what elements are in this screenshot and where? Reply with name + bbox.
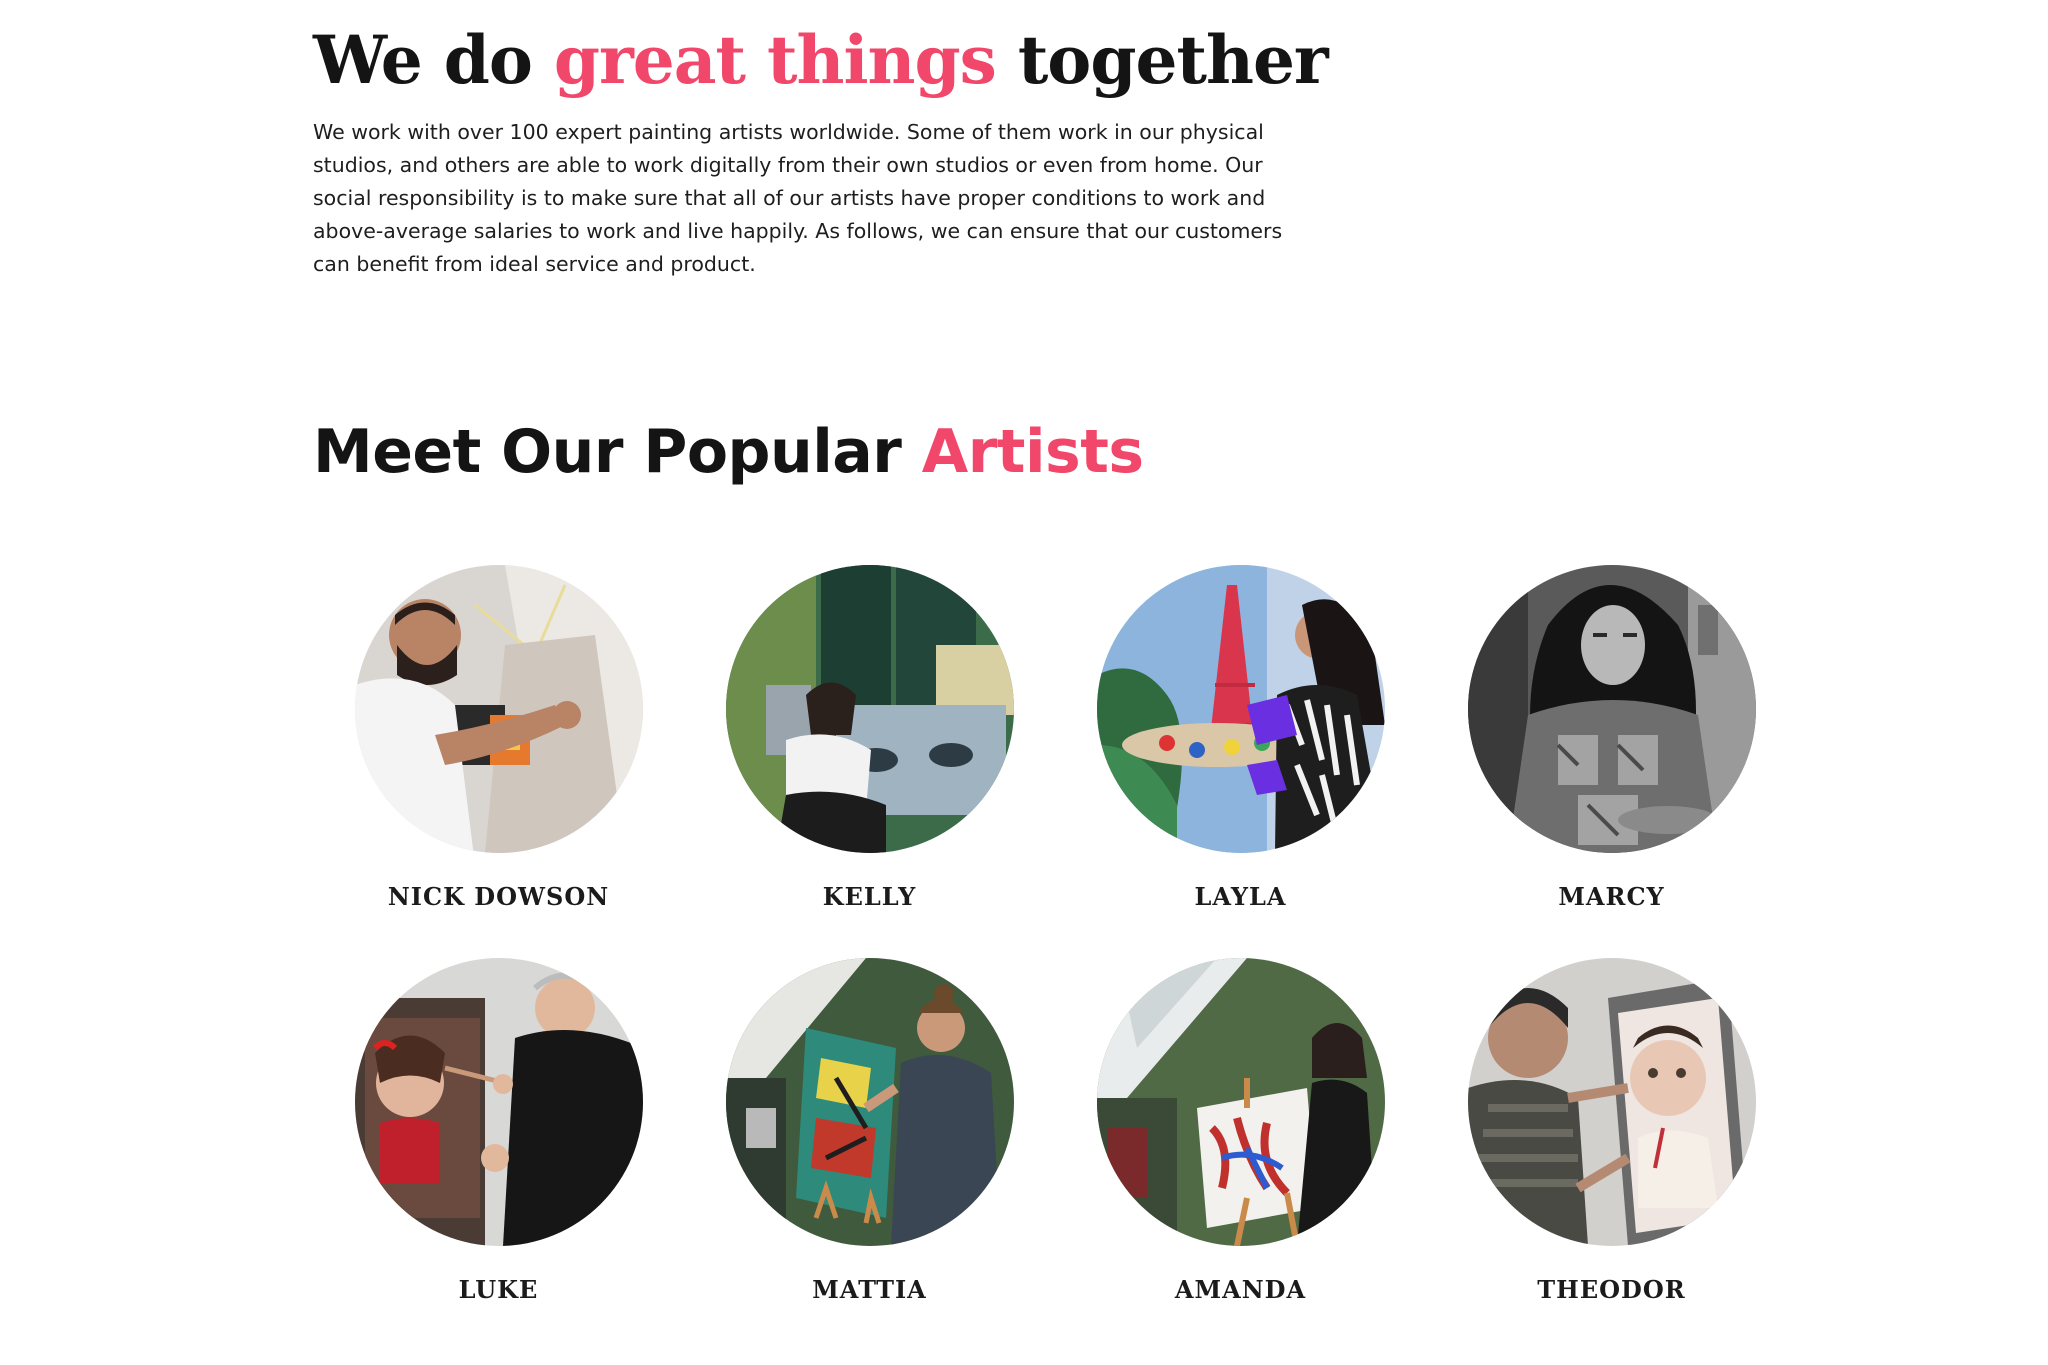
artist-photo-kelly-image bbox=[725, 565, 1014, 853]
artist-card-amanda[interactable]: AMANDA bbox=[1055, 958, 1426, 1306]
artist-card-theodor[interactable]: THEODOR bbox=[1426, 958, 1797, 1306]
artist-photo-luke[interactable] bbox=[354, 958, 643, 1246]
intro-paragraph: We work with over 100 expert painting ar… bbox=[313, 120, 1283, 276]
artist-name[interactable]: LAYLA bbox=[1195, 881, 1287, 913]
artist-card-mattia[interactable]: MATTIA bbox=[684, 958, 1055, 1306]
artist-photo-kelly[interactable] bbox=[725, 565, 1014, 853]
artist-photo-layla[interactable] bbox=[1096, 565, 1385, 853]
intro-title-highlight: great things bbox=[553, 21, 997, 99]
artist-card-kelly[interactable]: KELLY bbox=[684, 565, 1055, 913]
artist-card-nick-dowson[interactable]: NICK DOWSON bbox=[313, 565, 684, 913]
artist-photo-luke-image bbox=[354, 958, 643, 1246]
artist-photo-nick-dowson[interactable] bbox=[354, 565, 643, 853]
artist-photo-marcy[interactable] bbox=[1467, 565, 1756, 853]
artist-name[interactable]: THEODOR bbox=[1537, 1274, 1685, 1306]
artist-photo-marcy-image bbox=[1467, 565, 1756, 853]
artist-name[interactable]: MARCY bbox=[1558, 881, 1664, 913]
artist-photo-nick-dowson-image bbox=[354, 565, 643, 853]
artist-photo-amanda[interactable] bbox=[1096, 958, 1385, 1246]
artists-title-highlight: Artists bbox=[921, 417, 1144, 487]
intro-title-start: We do bbox=[313, 21, 554, 99]
artist-name[interactable]: KELLY bbox=[823, 881, 917, 913]
artist-name[interactable]: MATTIA bbox=[812, 1274, 927, 1306]
artist-photo-amanda-image bbox=[1096, 958, 1385, 1246]
artist-photo-theodor[interactable] bbox=[1467, 958, 1756, 1246]
intro-title-end: together bbox=[995, 21, 1329, 99]
artist-card-marcy[interactable]: MARCY bbox=[1426, 565, 1797, 913]
artist-card-luke[interactable]: LUKE bbox=[313, 958, 684, 1306]
artist-card-layla[interactable]: LAYLA bbox=[1055, 565, 1426, 913]
artist-photo-theodor-image bbox=[1467, 958, 1756, 1246]
artists-title-start: Meet Our Popular bbox=[313, 417, 922, 487]
artist-name[interactable]: LUKE bbox=[459, 1274, 539, 1306]
artists-section-title: Meet Our Popular Artists bbox=[313, 412, 1144, 492]
artists-grid: NICK DOWSON KELLY LAYLA MARCY LUKE MATTI… bbox=[313, 565, 1799, 1306]
artist-name[interactable]: NICK DOWSON bbox=[388, 881, 609, 913]
artist-photo-layla-image bbox=[1096, 565, 1385, 853]
intro-title: We do great things together bbox=[313, 18, 1329, 102]
artist-photo-mattia-image bbox=[725, 958, 1014, 1246]
artist-photo-mattia[interactable] bbox=[725, 958, 1014, 1246]
artist-name[interactable]: AMANDA bbox=[1175, 1274, 1306, 1306]
